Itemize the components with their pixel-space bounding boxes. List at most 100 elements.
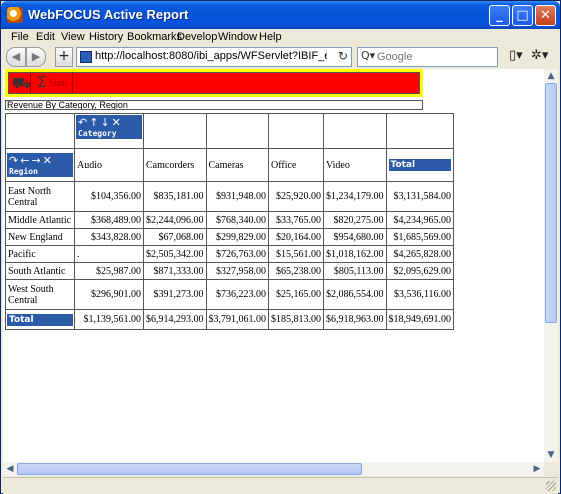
move-down-icon[interactable]: ↓	[100, 116, 111, 129]
region-control[interactable]: ↷←→✕ Region	[7, 153, 73, 177]
back-arrow-icon: ◀	[11, 50, 21, 63]
scroll-down-icon[interactable]: ▼	[544, 448, 558, 462]
column-header-video[interactable]: Video	[323, 148, 387, 182]
column-header-office[interactable]: Office	[268, 148, 324, 182]
search-icon[interactable]: Q▾	[361, 49, 375, 62]
status-bar	[3, 477, 558, 494]
menu-edit[interactable]: Edit	[36, 31, 55, 43]
column-header-audio[interactable]: Audio	[74, 148, 144, 182]
category-dimension-label: Category	[78, 129, 117, 138]
url-text[interactable]: http://localhost:8080/ibi_apps/WFServlet…	[95, 50, 327, 62]
empty-header-cell	[143, 113, 207, 149]
menu-bar: File Edit View History Bookmarks Develop…	[3, 29, 558, 47]
empty-header-cell	[205, 113, 269, 149]
pivot-table: ↶↑↓✕ Category ↷←→✕ Region Audio Camcorde…	[5, 113, 454, 330]
vertical-scrollbar[interactable]: ▲ ▼	[544, 69, 558, 462]
column-header-total-cell: Total	[385, 148, 454, 182]
back-button[interactable]: ◀	[6, 47, 26, 67]
plus-icon: +	[58, 48, 70, 64]
total-cell: $6,914,293.00	[143, 309, 207, 330]
report-toolbar: ⛟ Σ Sum	[5, 69, 423, 97]
navigation-bar: ◀ ▶ + http://localhost:8080/ibi_apps/WFS…	[3, 47, 558, 69]
table-cell: $3,536,116.00	[385, 279, 454, 310]
move-right-icon[interactable]: →	[31, 154, 42, 167]
table-row: East North Central $104,356.00 $835,181.…	[5, 181, 454, 212]
move-up-icon[interactable]: ↑	[89, 116, 100, 129]
vertical-scroll-thumb[interactable]	[545, 83, 557, 323]
row-label[interactable]: South Atlantic	[5, 262, 75, 280]
remove-icon[interactable]: ✕	[43, 154, 54, 167]
gear-icon[interactable]: ✲▾	[531, 48, 548, 63]
browser-window: WebFOCUS Active Report _ □ ✕ File Edit V…	[0, 0, 561, 494]
page-menu-icon[interactable]: ▯▾	[509, 48, 523, 63]
row-label[interactable]: East North Central	[5, 181, 75, 212]
table-cell: $726,763.00	[205, 245, 269, 263]
menu-help[interactable]: Help	[259, 31, 282, 43]
toolbar-divider	[72, 73, 73, 93]
search-box[interactable]: Q▾	[357, 47, 498, 67]
table-cell: $2,505,342.00	[143, 245, 207, 263]
cart-icon[interactable]: ⛟	[12, 74, 31, 94]
menu-file[interactable]: File	[11, 31, 29, 43]
close-button[interactable]: ✕	[535, 5, 556, 26]
category-control-cell: ↶↑↓✕ Category	[74, 113, 144, 149]
page-content: ⛟ Σ Sum Revenue By Category, Region ↶↑↓✕…	[3, 69, 544, 462]
row-label[interactable]: Pacific	[5, 245, 75, 263]
pivot-icon[interactable]: ↶	[78, 116, 89, 129]
table-cell: $20,164.00	[268, 228, 324, 246]
total-cell: $3,791,061.00	[205, 309, 269, 330]
table-cell: $2,244,096.00	[143, 211, 207, 229]
menu-history[interactable]: History	[89, 31, 123, 43]
total-cell: $18,949,691.00	[385, 309, 454, 330]
empty-header-cell	[268, 113, 324, 149]
menu-develop[interactable]: Develop	[177, 31, 217, 43]
remove-icon[interactable]: ✕	[112, 116, 123, 129]
table-cell: $871,333.00	[143, 262, 207, 280]
column-header-cameras[interactable]: Cameras	[205, 148, 269, 182]
address-bar[interactable]: http://localhost:8080/ibi_apps/WFServlet…	[76, 47, 352, 67]
reload-icon[interactable]: ↻	[338, 49, 348, 63]
table-row: Middle Atlantic $368,489.00 $2,244,096.0…	[5, 211, 454, 229]
horizontal-scrollbar[interactable]: ◀ ▶	[3, 462, 544, 476]
table-row: West South Central $296,901.00 $391,273.…	[5, 279, 454, 310]
title-bar[interactable]: WebFOCUS Active Report _ □ ✕	[1, 1, 560, 29]
empty-header-cell	[385, 113, 454, 149]
minimize-button[interactable]: _	[489, 5, 510, 26]
menu-window[interactable]: Window	[218, 31, 257, 43]
table-cell: $3,131,584.00	[385, 181, 454, 212]
search-input[interactable]	[377, 50, 489, 64]
total-cell: $1,139,561.00	[74, 309, 144, 330]
resize-grip-icon[interactable]	[546, 481, 556, 491]
row-label[interactable]: New England	[5, 228, 75, 246]
table-cell: $391,273.00	[143, 279, 207, 310]
table-cell: $954,680.00	[323, 228, 387, 246]
report-title: Revenue By Category, Region	[5, 100, 423, 110]
firefox-icon	[7, 7, 23, 23]
sum-label[interactable]: Sum	[49, 78, 67, 89]
scroll-up-icon[interactable]: ▲	[544, 69, 558, 83]
scroll-right-icon[interactable]: ▶	[530, 462, 544, 476]
empty-header-cell	[323, 113, 387, 149]
table-cell: $2,095,629.00	[385, 262, 454, 280]
column-header-total[interactable]: Total	[388, 159, 451, 171]
row-label[interactable]: Middle Atlantic	[5, 211, 75, 229]
row-label[interactable]: West South Central	[5, 279, 75, 310]
row-total-label[interactable]: Total	[7, 313, 73, 326]
sigma-icon[interactable]: Σ	[37, 73, 46, 91]
move-left-icon[interactable]: ←	[20, 154, 31, 167]
category-control[interactable]: ↶↑↓✕ Category	[76, 115, 142, 139]
pivot-icon[interactable]: ↷	[9, 154, 20, 167]
new-tab-button[interactable]: +	[55, 47, 73, 67]
maximize-button[interactable]: □	[512, 5, 533, 26]
table-cell: $736,223.00	[205, 279, 269, 310]
table-cell: $835,181.00	[143, 181, 207, 212]
column-header-camcorders[interactable]: Camcorders	[143, 148, 207, 182]
table-row: Pacific . $2,505,342.00 $726,763.00 $15,…	[5, 245, 454, 263]
table-cell: $65,238.00	[268, 262, 324, 280]
menu-view[interactable]: View	[61, 31, 85, 43]
forward-button[interactable]: ▶	[26, 47, 46, 67]
menu-bookmarks[interactable]: Bookmarks	[127, 31, 182, 43]
table-cell: $1,018,162.00	[323, 245, 387, 263]
horizontal-scroll-thumb[interactable]	[17, 463, 362, 475]
scroll-left-icon[interactable]: ◀	[3, 462, 17, 476]
